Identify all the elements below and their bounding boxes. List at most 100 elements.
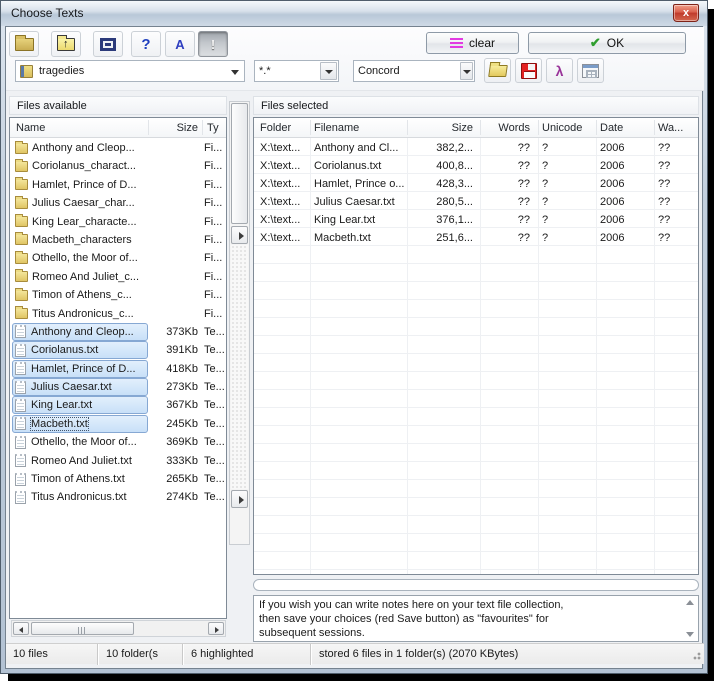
notes-line: If you wish you can write notes here on … — [259, 598, 680, 612]
choose-texts-window: Choose Texts x ? A ! clear ✔ — [0, 0, 708, 674]
files-available-list: Name Size Ty Anthony and Cleop... Fi... — [9, 117, 227, 619]
folder-combo[interactable]: tragedies — [15, 60, 245, 82]
scrollbar-thumb[interactable] — [31, 622, 134, 635]
column-header-type[interactable]: Ty — [207, 118, 227, 138]
list-item[interactable]: Hamlet, Prince of D... 418Kb Te... — [10, 360, 226, 378]
chevron-down-icon[interactable] — [320, 62, 337, 80]
close-button[interactable]: x — [673, 4, 699, 22]
list-item[interactable]: Othello, the Moor of... 369Kb Te... — [10, 433, 226, 451]
files-available-header: Name Size Ty — [10, 118, 226, 138]
chevron-down-icon[interactable] — [460, 62, 473, 80]
list-item[interactable]: Titus Andronicus_c... Fi... — [10, 305, 226, 323]
table-row[interactable]: X:\text... Julius Caesar.txt 280,5... ??… — [254, 193, 698, 211]
list-item[interactable]: Anthony and Cleop... Fi... — [10, 139, 226, 157]
folder-up-button[interactable] — [51, 31, 81, 57]
list-item[interactable]: Coriolanus.txt 391Kb Te... — [10, 341, 226, 359]
files-selected-label: Files selected — [253, 96, 699, 115]
notes-title-field[interactable] — [253, 579, 699, 591]
files-selected-list: Folder Filename Size Words Unicode Date … — [253, 117, 699, 575]
list-item[interactable]: Hamlet, Prince of D... Fi... — [10, 176, 226, 194]
scrollbar-thumb[interactable] — [231, 103, 248, 224]
status-folders: 10 folder(s — [99, 644, 183, 665]
scroll-right-button[interactable] — [208, 622, 224, 635]
scroll-button[interactable] — [231, 490, 248, 508]
ok-button[interactable]: ✔ OK — [528, 32, 686, 54]
files-available-rows: Anthony and Cleop... Fi... Coriolanus_ch… — [10, 139, 226, 507]
load-favourites-button[interactable] — [484, 58, 511, 83]
scroll-down-icon[interactable] — [686, 632, 694, 637]
list-item[interactable]: Coriolanus_charact... Fi... — [10, 157, 226, 175]
column-header-unicode[interactable]: Unicode — [542, 118, 592, 138]
save-icon — [521, 63, 537, 79]
item-icon — [15, 417, 26, 430]
horizontal-scrollbar[interactable] — [11, 620, 226, 637]
exclamation-icon: ! — [211, 37, 215, 52]
scrollbar-track[interactable] — [231, 245, 248, 489]
adobe-pdf-icon: λ — [556, 63, 564, 79]
table-row[interactable]: X:\text... Anthony and Cl... 382,2... ??… — [254, 139, 698, 157]
clear-lines-icon — [450, 38, 463, 48]
list-item[interactable]: Julius Caesar.txt 273Kb Te... — [10, 378, 226, 396]
files-selected-header: Folder Filename Size Words Unicode Date … — [254, 118, 698, 138]
list-item[interactable]: Titus Andronicus.txt 274Kb Te... — [10, 488, 226, 506]
scroll-button[interactable] — [231, 226, 248, 244]
font-icon: A — [175, 37, 184, 52]
pdf-convert-button[interactable]: λ — [546, 58, 573, 83]
table-row[interactable]: X:\text... Coriolanus.txt 400,8... ?? ? … — [254, 157, 698, 175]
table-row[interactable]: X:\text... Macbeth.txt 251,6... ?? ? 200… — [254, 229, 698, 247]
folder-combo-value: tragedies — [39, 65, 84, 77]
list-item[interactable]: Anthony and Cleop... 373Kb Te... — [10, 323, 226, 341]
list-item[interactable]: Macbeth_characters Fi... — [10, 231, 226, 249]
table-row[interactable]: X:\text... Hamlet, Prince o... 428,3... … — [254, 175, 698, 193]
titlebar[interactable]: Choose Texts x — [1, 1, 707, 26]
save-favourites-button[interactable] — [515, 58, 542, 83]
column-header-size[interactable]: Size — [407, 118, 473, 138]
list-item[interactable]: Macbeth.txt 245Kb Te... — [10, 415, 226, 433]
list-item[interactable]: King Lear_characte... Fi... — [10, 213, 226, 231]
list-item[interactable]: Othello, the Moor of... Fi... — [10, 249, 226, 267]
open-folder-button[interactable] — [9, 31, 39, 57]
item-icon — [15, 179, 28, 190]
folder-up-icon — [57, 38, 75, 51]
column-header-words[interactable]: Words — [480, 118, 530, 138]
column-header-date[interactable]: Date — [600, 118, 644, 138]
item-icon — [15, 344, 26, 357]
help-button[interactable]: ? — [131, 31, 161, 57]
notes-textarea[interactable]: If you wish you can write notes here on … — [253, 595, 699, 642]
grid-view-button[interactable] — [577, 58, 604, 83]
grid-window-icon — [582, 64, 599, 78]
screen-icon — [100, 38, 116, 51]
vertical-scrollbar[interactable] — [229, 101, 250, 545]
pattern-combo[interactable]: *.* — [254, 60, 339, 82]
check-icon: ✔ — [590, 35, 601, 51]
folder-icon — [15, 38, 34, 51]
toggle-panel-button[interactable]: ! — [198, 31, 228, 57]
column-header-wa[interactable]: Wa... — [658, 118, 696, 138]
item-icon — [15, 216, 28, 227]
status-files: 10 files — [6, 644, 98, 665]
list-item[interactable]: Timon of Athens.txt 265Kb Te... — [10, 470, 226, 488]
client-area: ? A ! clear ✔ OK tragedies *.* Concord — [5, 26, 703, 669]
table-row[interactable]: X:\text... King Lear.txt 376,1... ?? ? 2… — [254, 211, 698, 229]
column-header-folder[interactable]: Folder — [260, 118, 308, 138]
column-header-name[interactable]: Name — [16, 118, 136, 138]
list-item[interactable]: Timon of Athens_c... Fi... — [10, 286, 226, 304]
list-item[interactable]: Julius Caesar_char... Fi... — [10, 194, 226, 212]
arrow-left-icon — [19, 627, 23, 633]
list-item[interactable]: Romeo And Juliet.txt 333Kb Te... — [10, 452, 226, 470]
column-header-filename[interactable]: Filename — [314, 118, 407, 138]
chevron-down-icon[interactable] — [231, 70, 239, 75]
list-item[interactable]: Romeo And Juliet_c... Fi... — [10, 268, 226, 286]
clear-button[interactable]: clear — [426, 32, 519, 54]
view-screen-button[interactable] — [93, 31, 123, 57]
arrow-right-icon — [239, 232, 244, 240]
scroll-left-button[interactable] — [13, 622, 29, 635]
tool-combo[interactable]: Concord — [353, 60, 475, 82]
column-header-size[interactable]: Size — [152, 118, 198, 138]
item-icon — [15, 362, 26, 375]
window-title: Choose Texts — [11, 6, 84, 20]
scroll-up-icon[interactable] — [686, 600, 694, 605]
resize-grip-icon[interactable] — [690, 649, 702, 661]
list-item[interactable]: King Lear.txt 367Kb Te... — [10, 396, 226, 414]
font-button[interactable]: A — [165, 31, 195, 57]
